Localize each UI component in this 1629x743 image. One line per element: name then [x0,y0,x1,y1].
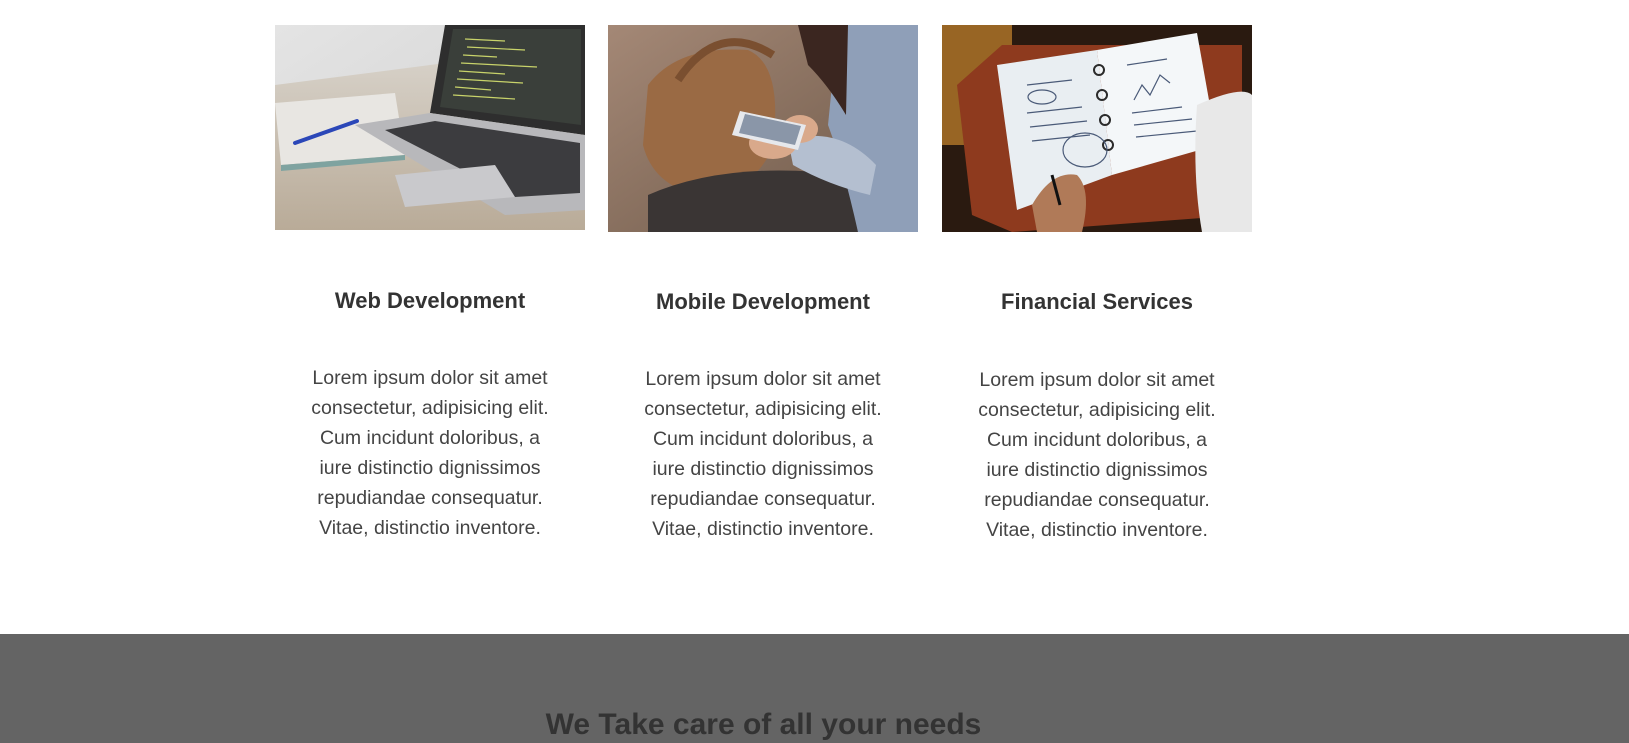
service-description: Lorem ipsum dolor sit amet consectetur, … [644,368,882,540]
services-section: Web Development Lorem ipsum dolor sit am… [0,0,1629,634]
service-description: Lorem ipsum dolor sit amet consectetur, … [978,369,1216,541]
service-description: Lorem ipsum dolor sit amet consectetur, … [311,367,549,539]
financial-services-image [942,25,1252,232]
service-title: Web Development [334,288,526,313]
service-title: Mobile Development [656,289,870,314]
needs-banner: We Take care of all your needs [0,634,1629,743]
service-title: Financial Services [1001,289,1193,314]
mobile-development-image [608,25,918,232]
banner-title: We Take care of all your needs [545,708,982,741]
web-development-image [275,25,585,230]
